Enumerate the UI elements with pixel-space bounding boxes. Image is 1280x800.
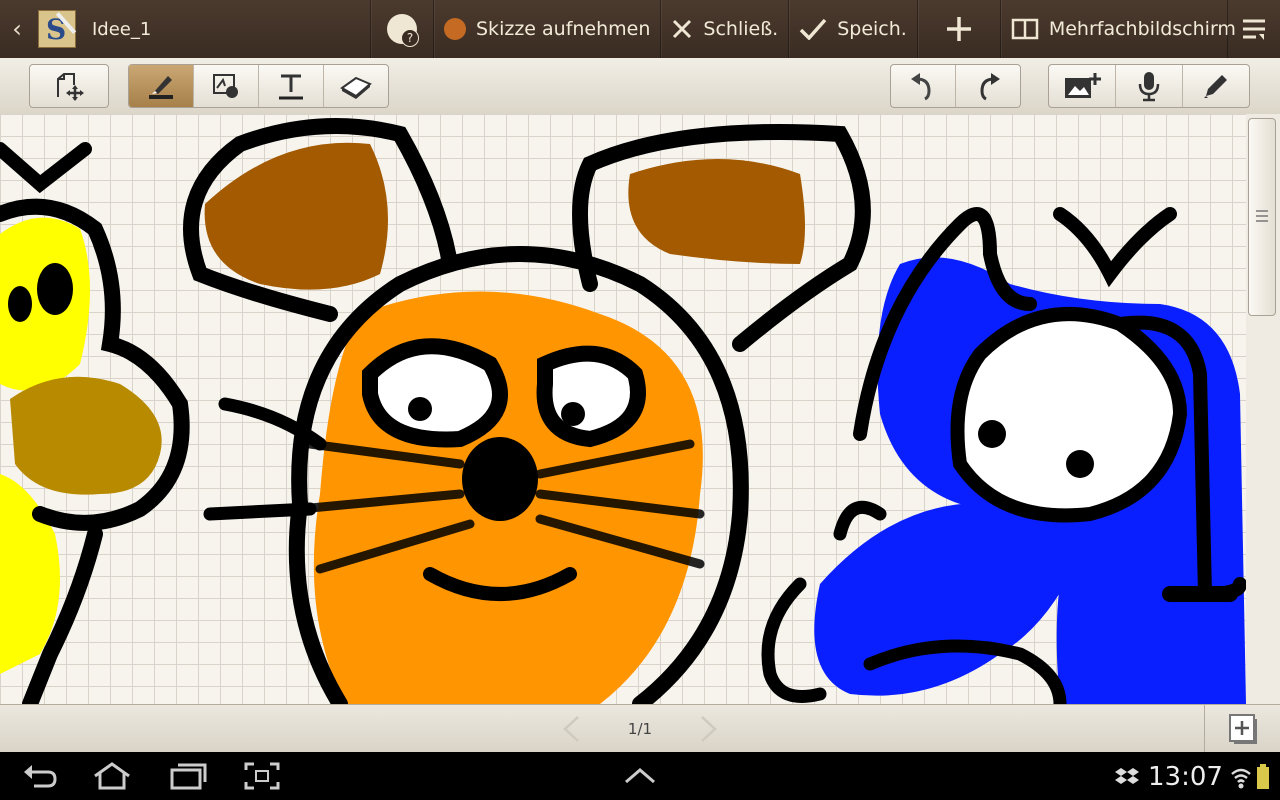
selection-mode-button[interactable] [30, 65, 108, 107]
record-dot-icon [444, 18, 466, 40]
voice-record-button[interactable] [1115, 65, 1182, 107]
add-page-button[interactable] [1204, 705, 1280, 753]
page-number: 1/1 [627, 720, 653, 738]
system-navigation-bar: 13:07 [0, 752, 1280, 800]
record-sketch-label: Skizze aufnehmen [476, 18, 651, 40]
shape-tool-button[interactable] [193, 65, 258, 107]
page-navigation-bar: 1/1 [0, 704, 1280, 753]
wifi-icon [1231, 768, 1251, 789]
text-tool-button[interactable] [258, 65, 323, 107]
insert-group [1048, 64, 1250, 108]
previous-page-icon[interactable] [560, 714, 582, 744]
record-sketch-button[interactable]: Skizze aufnehmen [433, 0, 660, 58]
save-label: Speich. [837, 18, 907, 40]
multiscreen-label: Mehrfachbildschirm [1048, 18, 1236, 40]
insert-image-button[interactable] [1049, 65, 1115, 107]
eraser-icon [340, 76, 372, 99]
pen-tool-button[interactable] [129, 65, 193, 107]
dropbox-icon [1115, 768, 1139, 784]
close-button[interactable]: Schließ. [660, 0, 788, 58]
back-chevron-icon[interactable]: ‹ [0, 15, 34, 43]
grip-lines-icon [1256, 210, 1268, 222]
split-screen-icon [1011, 18, 1039, 40]
sketch-drawing [0, 118, 1246, 704]
checkmark-icon [799, 18, 827, 40]
chevron-up-icon[interactable] [624, 766, 656, 786]
orange-mouse-drawing [183, 118, 871, 704]
microphone-icon [1138, 72, 1160, 102]
battery-icon [1257, 764, 1269, 789]
close-icon [673, 19, 692, 39]
text-t-icon [279, 74, 303, 100]
shape-icon [213, 74, 238, 98]
multiscreen-button[interactable]: Mehrfachbildschirm [999, 0, 1236, 58]
undo-icon [911, 73, 931, 101]
add-page-icon [1229, 714, 1257, 744]
pen-settings-button[interactable] [1182, 65, 1249, 107]
insert-image-icon [1065, 73, 1101, 98]
home-nav-icon[interactable] [92, 762, 132, 790]
pencil-icon [1204, 75, 1227, 98]
page-indicator: 1/1 [560, 711, 720, 747]
redo-button[interactable] [955, 65, 1020, 107]
drawing-tools-group [128, 64, 389, 108]
add-button[interactable] [916, 0, 1000, 58]
undo-button[interactable] [891, 65, 955, 107]
overflow-menu-button[interactable] [1226, 0, 1280, 58]
blue-creature-drawing [761, 207, 1246, 704]
eraser-tool-button[interactable] [323, 65, 388, 107]
yellow-creature-drawing [0, 142, 190, 704]
s-note-app-icon[interactable]: S [38, 10, 77, 48]
globe-help-icon [387, 14, 419, 47]
history-group [890, 64, 1021, 108]
scrollbar-thumb[interactable] [1248, 118, 1276, 316]
menu-icon [1242, 19, 1265, 40]
redo-icon [980, 73, 1000, 101]
pen-brush-icon [152, 76, 172, 94]
screenshot-icon[interactable] [244, 762, 280, 790]
help-globe-button[interactable] [370, 0, 433, 58]
back-nav-icon[interactable] [22, 762, 58, 790]
next-page-icon[interactable] [698, 714, 720, 744]
drawing-canvas[interactable] [0, 114, 1246, 704]
document-title: Idee_1 [92, 18, 152, 40]
tool-bar [0, 58, 1280, 115]
selection-tool-group [29, 64, 109, 108]
save-button[interactable]: Speich. [788, 0, 917, 58]
recent-apps-icon[interactable] [168, 762, 208, 790]
close-label: Schließ. [703, 18, 779, 40]
selection-move-icon [57, 73, 84, 101]
action-bar: ‹ S Idee_1 Skizze aufnehmen Schließ. Spe… [0, 0, 1280, 58]
clock: 13:07 [1148, 762, 1223, 792]
plus-icon [946, 17, 971, 41]
